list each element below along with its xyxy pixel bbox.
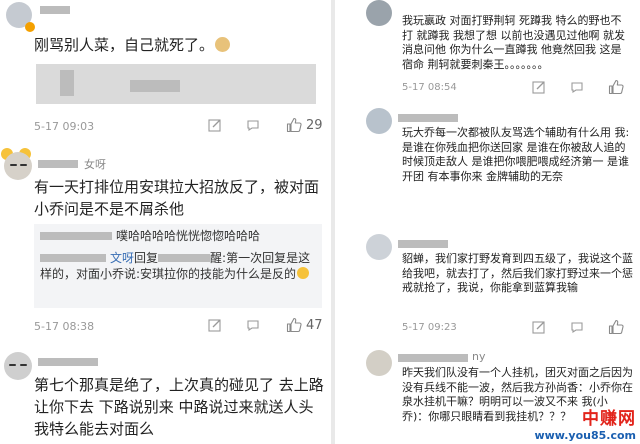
left-screenshot: 刚骂别人菜，自己就死了。 5-17 09:03 29 女呀 有一天打排位用安琪拉… [0, 0, 330, 444]
comment-text: 刚骂别人菜，自己就死了。 [34, 34, 324, 56]
comment-text: 貂蝉，我们家打野发育到四五级了，我说这个蓝给我吧，就去打了，然后我们家打野过来一… [402, 252, 633, 294]
reply-text: 噗哈哈哈哈恍恍惚惚哈哈哈 [116, 229, 261, 243]
username-blur [398, 240, 448, 248]
thumbs-up-icon[interactable] [608, 319, 624, 335]
timestamp: 5-17 09:03 [34, 120, 95, 133]
username: ny [472, 350, 486, 363]
username-blur [40, 232, 112, 240]
comment-text: 我玩嬴政 对面打野荆轲 死蹲我 特么的野也不打 就蹲我 我想了想 以前也没遇见过… [402, 14, 625, 71]
username-blur [38, 160, 78, 168]
username-blur [38, 358, 98, 366]
username-blur [398, 114, 458, 122]
avatar[interactable] [4, 352, 32, 380]
reply-box: 噗哈哈哈哈恍恍惚惚哈哈哈 文呀回复 醒:第一次回复是这样的，对面小乔说:安琪拉你的… [34, 224, 322, 308]
watermark-brand: 中赚网 [582, 409, 636, 429]
like-count: 29 [306, 118, 323, 133]
timestamp: 5-17 08:54 [402, 82, 457, 93]
right-screenshot: 我玩嬴政 对面打野荆轲 死蹲我 特么的野也不打 就蹲我 我想了想 以前也没遇见过… [336, 0, 640, 444]
comment-item: 女呀 有一天打排位用安琪拉大招放反了，被对面小乔问是不是不屑杀他 噗哈哈哈哈恍恍… [0, 144, 330, 344]
edit-icon[interactable] [208, 318, 222, 332]
reply-icon[interactable] [570, 320, 584, 334]
avatar[interactable] [366, 0, 392, 26]
like-count: 47 [306, 318, 323, 333]
comment-item: 貂蝉，我们家打野发育到四五级了，我说这个蓝给我吧，就去打了，然后我们家打野过来一… [336, 226, 640, 342]
comment-item: 我玩嬴政 对面打野荆轲 死蹲我 特么的野也不打 就蹲我 我想了想 以前也没遇见过… [336, 0, 640, 100]
comment-text: 第七个那真是绝了，上次真的碰见了 去上路让你下去 下路说别来 中路说过来就送人头… [34, 376, 324, 438]
edit-icon[interactable] [532, 320, 546, 334]
username: 女呀 [84, 158, 106, 171]
thumbs-up-icon[interactable] [608, 79, 624, 95]
laugh-emoji-icon [297, 267, 310, 279]
thumbs-up-icon[interactable] [286, 317, 302, 333]
username-blur [40, 6, 70, 14]
comment-item: 玩大乔每一次都被队友骂选个辅助有什么用 我:是谁在你残血把你送回家 是谁在你被敌… [336, 104, 640, 216]
column-divider [331, 0, 335, 444]
avatar[interactable] [366, 350, 392, 376]
timestamp: 5-17 09:23 [402, 322, 457, 333]
watermark-url: www.you85.com [534, 429, 636, 442]
image-placeholder [60, 70, 74, 96]
image-placeholder [130, 80, 180, 92]
avatar[interactable] [366, 234, 392, 260]
reply-icon[interactable] [246, 118, 260, 132]
reply-text: 文呀回复 醒:第一次回复是这样的，对面小乔说:安琪拉你的技能为什么是反的 [40, 251, 311, 281]
watermark: 中赚网 www.you85.com [534, 404, 636, 442]
timestamp: 5-17 08:38 [34, 320, 95, 333]
comment-item: 第七个那真是绝了，上次真的碰见了 去上路让你下去 下路说别来 中路说过来就送人头… [0, 348, 330, 444]
vip-badge-icon [25, 22, 35, 32]
comment-item: 刚骂别人菜，自己就死了。 5-17 09:03 29 [0, 0, 330, 140]
reply-icon[interactable] [246, 318, 260, 332]
avatar[interactable] [4, 152, 32, 180]
comment-text: 玩大乔每一次都被队友骂选个辅助有什么用 我:是谁在你残血把你送回家 是谁在你被敌… [402, 126, 630, 183]
thumbs-up-icon[interactable] [286, 117, 302, 133]
doge-emoji-icon [215, 37, 231, 52]
username-blur [398, 354, 468, 362]
edit-icon[interactable] [208, 118, 222, 132]
reply-icon[interactable] [570, 80, 584, 94]
edit-icon[interactable] [532, 80, 546, 94]
avatar[interactable] [366, 108, 392, 134]
comment-text: 有一天打排位用安琪拉大招放反了，被对面小乔问是不是不屑杀他 [34, 178, 320, 218]
